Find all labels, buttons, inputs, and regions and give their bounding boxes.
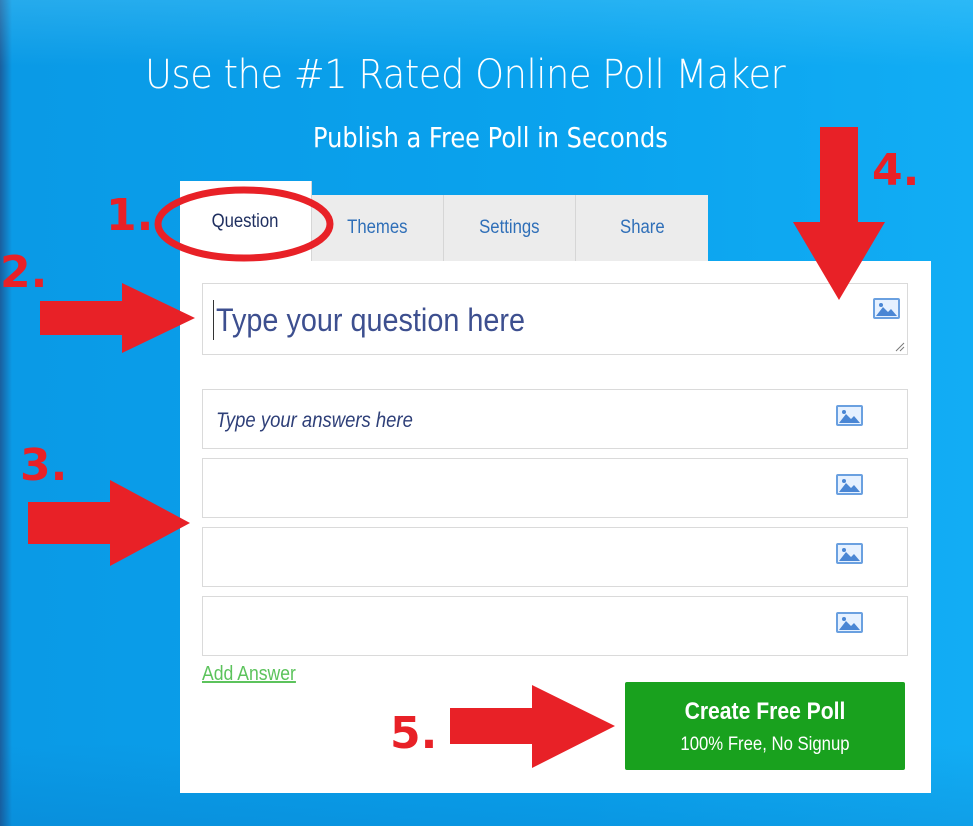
annotation-number-3: 3. — [20, 440, 68, 491]
annotation-arrow-2 — [40, 283, 195, 353]
question-placeholder: Type your question here — [216, 302, 525, 338]
tab-settings[interactable]: Settings — [444, 195, 576, 261]
create-poll-sublabel: 100% Free, No Signup — [680, 734, 850, 755]
text-caret — [213, 300, 214, 340]
resize-handle-icon[interactable] — [895, 342, 905, 352]
image-upload-icon[interactable] — [836, 612, 863, 633]
answer-input-1[interactable]: Type your answers here — [202, 389, 908, 449]
tab-question[interactable]: Question — [180, 181, 312, 261]
poll-editor-panel: Type your question here Type your answer… — [180, 261, 931, 793]
question-input[interactable]: Type your question here — [202, 283, 908, 355]
answer-input-3[interactable] — [202, 527, 908, 587]
annotation-number-4: 4. — [872, 145, 920, 196]
answer-placeholder: Type your answers here — [216, 409, 413, 432]
annotation-arrow-3 — [28, 480, 190, 566]
create-poll-button[interactable]: Create Free Poll 100% Free, No Signup — [625, 682, 905, 770]
create-poll-label: Create Free Poll — [684, 698, 846, 725]
image-upload-icon[interactable] — [836, 474, 863, 495]
add-answer-link[interactable]: Add Answer — [202, 663, 296, 686]
page-subheadline: Publish a Free Poll in Seconds — [313, 121, 668, 154]
annotation-number-5: 5. — [390, 708, 438, 759]
answer-input-2[interactable] — [202, 458, 908, 518]
tab-themes[interactable]: Themes — [312, 195, 444, 261]
image-upload-icon[interactable] — [836, 543, 863, 564]
tab-share[interactable]: Share — [576, 195, 708, 261]
image-upload-icon[interactable] — [873, 298, 900, 319]
page-headline: Use the #1 Rated Online Poll Maker — [145, 52, 786, 98]
image-upload-icon[interactable] — [836, 405, 863, 426]
annotation-number-2: 2. — [0, 247, 48, 298]
answer-input-4[interactable] — [202, 596, 908, 656]
annotation-number-1: 1. — [106, 190, 154, 241]
